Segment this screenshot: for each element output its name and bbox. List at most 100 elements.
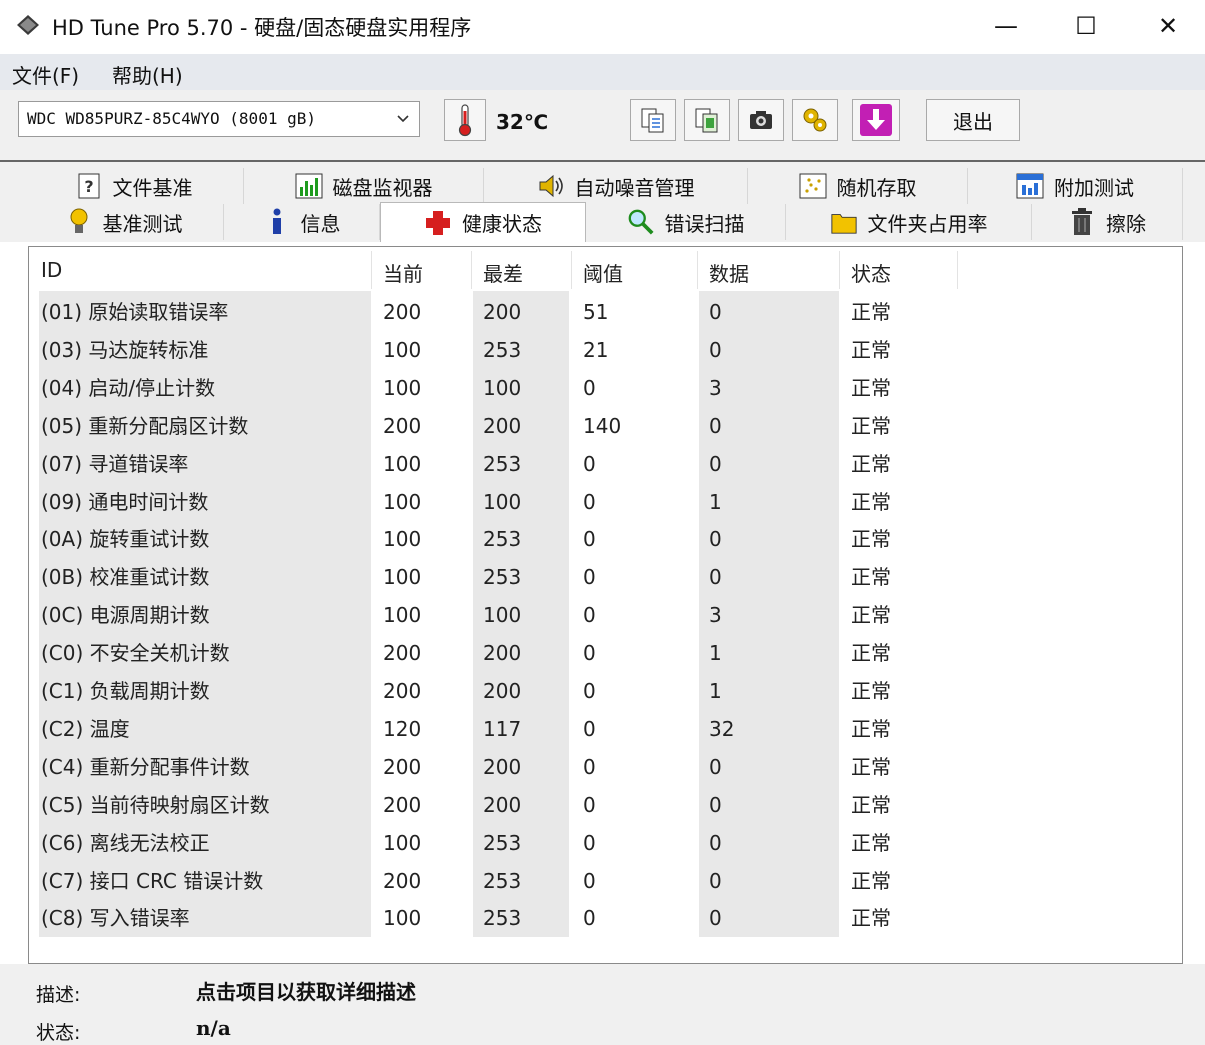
column-header-threshold[interactable]: 阈值	[571, 247, 697, 291]
options-button[interactable]	[792, 99, 838, 141]
tab-info[interactable]: 信息	[224, 204, 380, 240]
maximize-button[interactable]: ☐	[1046, 0, 1126, 52]
copy-screenshot-button[interactable]	[684, 99, 730, 141]
row-threshold: 0	[583, 792, 596, 817]
row-status: 正常	[851, 413, 891, 438]
app-logo-icon	[17, 15, 39, 35]
drive-dropdown-value: WDC WD85PURZ-85C4WYO (8001 gB)	[27, 109, 316, 128]
table-row[interactable]: (09) 通电时间计数 100 100 0 1 正常	[39, 483, 1169, 521]
tab-file-benchmark[interactable]: ? 文件基准	[24, 168, 244, 204]
close-button[interactable]: ✕	[1128, 0, 1205, 52]
row-current: 200	[383, 792, 422, 817]
row-worst: 200	[483, 413, 522, 438]
tab-noise-management[interactable]: 自动噪音管理	[484, 168, 748, 204]
row-current: 100	[383, 565, 422, 590]
tab-error-scan[interactable]: 错误扫描	[586, 204, 786, 240]
tab-folder-usage[interactable]: 文件夹占用率	[786, 204, 1032, 240]
row-status: 正常	[851, 792, 891, 817]
row-threshold: 21	[583, 337, 609, 362]
folder-icon	[830, 208, 858, 236]
table-row[interactable]: (C2) 温度 120 117 0 32 正常	[39, 710, 1169, 748]
row-status: 正常	[851, 300, 891, 324]
row-id: (04) 启动/停止计数	[41, 375, 216, 400]
footer-panel: 描述: 点击项目以获取详细描述 状态: n/a	[0, 964, 1205, 1045]
tab-random-access[interactable]: 随机存取	[748, 168, 968, 204]
tab-label: 擦除	[1106, 211, 1146, 236]
screenshot-button[interactable]	[738, 99, 784, 141]
options-icon	[803, 108, 827, 132]
row-worst: 253	[483, 906, 522, 931]
row-threshold: 0	[583, 527, 596, 552]
row-current: 100	[383, 337, 422, 362]
row-threshold: 51	[583, 300, 609, 324]
row-threshold: 0	[583, 603, 596, 628]
row-data: 0	[709, 527, 722, 552]
row-status: 正常	[851, 754, 891, 779]
menu-help[interactable]: 帮助(H)	[112, 60, 183, 89]
random-access-icon	[799, 172, 827, 200]
column-header-id[interactable]: ID	[29, 247, 371, 291]
drive-dropdown[interactable]: WDC WD85PURZ-85C4WYO (8001 gB)	[18, 101, 420, 137]
file-benchmark-icon: ?	[75, 172, 103, 200]
tab-health[interactable]: 健康状态	[380, 202, 586, 242]
copy-text-button[interactable]	[630, 99, 676, 141]
row-threshold: 0	[583, 641, 596, 666]
table-row[interactable]: (05) 重新分配扇区计数 200 200 140 0 正常	[39, 407, 1169, 445]
table-row[interactable]: (C5) 当前待映射扇区计数 200 200 0 0 正常	[39, 786, 1169, 824]
row-id: (C0) 不安全关机计数	[41, 641, 230, 666]
minimize-button[interactable]: —	[966, 0, 1046, 52]
save-download-icon	[860, 104, 892, 136]
benchmark-bulb-icon	[65, 208, 93, 236]
table-row[interactable]: (C0) 不安全关机计数 200 200 0 1 正常	[39, 634, 1169, 672]
row-threshold: 0	[583, 830, 596, 855]
row-worst: 100	[483, 603, 522, 628]
tab-label: 基准测试	[102, 211, 183, 236]
table-row[interactable]: (0B) 校准重试计数 100 253 0 0 正常	[39, 558, 1169, 596]
table-row[interactable]: (0C) 电源周期计数 100 100 0 3 正常	[39, 596, 1169, 634]
tab-strip: ? 文件基准 磁盘监视器 自动噪音管理 随机存取 附加测试 基准测试 信息 健康…	[0, 162, 1205, 242]
tab-label: 自动噪音管理	[574, 175, 695, 200]
exit-button[interactable]: 退出	[926, 99, 1020, 141]
row-data: 3	[709, 375, 722, 400]
row-status: 正常	[851, 565, 891, 590]
table-row[interactable]: (C4) 重新分配事件计数 200 200 0 0 正常	[39, 748, 1169, 786]
column-header-worst[interactable]: 最差	[471, 247, 571, 291]
row-worst: 253	[483, 868, 522, 893]
tab-erase[interactable]: 擦除	[1032, 204, 1183, 240]
table-row[interactable]: (C6) 离线无法校正 100 253 0 0 正常	[39, 824, 1169, 862]
table-row[interactable]: (03) 马达旋转标准 100 253 21 0 正常	[39, 331, 1169, 369]
row-worst: 253	[483, 337, 522, 362]
row-data: 0	[709, 792, 722, 817]
chevron-down-icon	[397, 115, 409, 123]
row-worst: 253	[483, 527, 522, 552]
tab-label: 错误扫描	[664, 211, 745, 236]
table-row[interactable]: (C8) 写入错误率 100 253 0 0 正常	[39, 899, 1169, 937]
menu-file[interactable]: 文件(F)	[12, 60, 79, 89]
row-current: 200	[383, 300, 422, 324]
row-worst: 200	[483, 792, 522, 817]
table-row[interactable]: (01) 原始读取错误率 200 200 51 0 正常	[39, 293, 1169, 331]
table-row[interactable]: (04) 启动/停止计数 100 100 0 3 正常	[39, 369, 1169, 407]
temperature-button[interactable]	[444, 99, 486, 141]
row-data: 1	[709, 679, 722, 703]
table-row[interactable]: (C7) 接口 CRC 错误计数 200 253 0 0 正常	[39, 862, 1169, 900]
save-button[interactable]	[852, 99, 900, 141]
table-row[interactable]: (0A) 旋转重试计数 100 253 0 0 正常	[39, 520, 1169, 558]
tab-extra-tests[interactable]: 附加测试	[968, 168, 1183, 204]
row-status: 正常	[851, 868, 891, 893]
tab-disk-monitor[interactable]: 磁盘监视器	[244, 168, 484, 204]
row-id: (0B) 校准重试计数	[41, 565, 210, 590]
extra-tests-icon	[1016, 172, 1044, 200]
table-row[interactable]: (C1) 负载周期计数 200 200 0 1 正常	[39, 672, 1169, 710]
column-header-current[interactable]: 当前	[371, 247, 471, 291]
row-data: 0	[709, 337, 722, 362]
tab-label: 磁盘监视器	[332, 175, 433, 200]
column-header-data[interactable]: 数据	[697, 247, 839, 291]
column-header-status[interactable]: 状态	[839, 247, 957, 291]
row-worst: 117	[483, 716, 522, 741]
tab-benchmark[interactable]: 基准测试	[24, 204, 224, 240]
row-worst: 100	[483, 375, 522, 400]
tab-label: 信息	[300, 211, 341, 236]
table-row[interactable]: (07) 寻道错误率 100 253 0 0 正常	[39, 445, 1169, 483]
tab-label: 文件夹占用率	[867, 211, 988, 236]
